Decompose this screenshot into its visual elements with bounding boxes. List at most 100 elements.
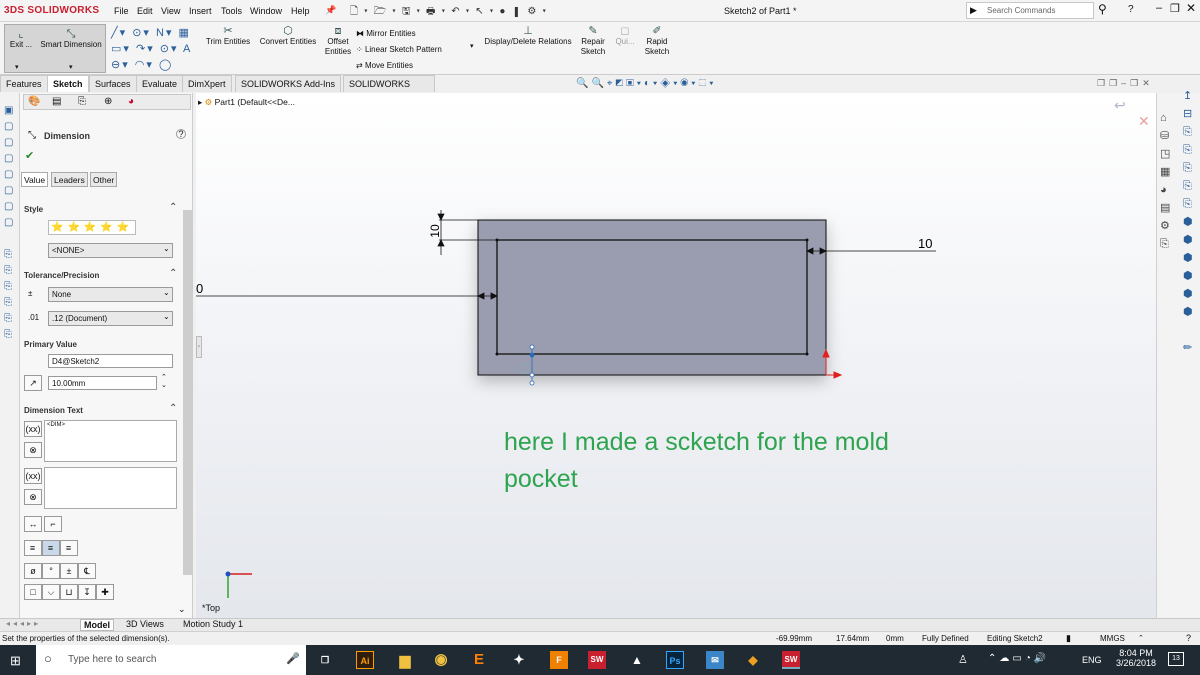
text-align-buttons[interactable]: ≡ ≡ ≡: [24, 540, 78, 556]
inspection-icon[interactable]: ⊗: [24, 442, 42, 458]
tab-features[interactable]: Features: [0, 75, 48, 92]
app-icon-6[interactable]: F: [550, 651, 568, 669]
windows-start-icon[interactable]: ⊞: [10, 653, 21, 669]
ok-check-icon[interactable]: ✔: [25, 149, 34, 162]
align-left-icon[interactable]: ≡: [24, 540, 42, 556]
tolerance-collapse-icon[interactable]: ⌃: [169, 268, 177, 279]
display-delete-relations-button[interactable]: ⊥ Display/Delete Relations: [480, 25, 576, 47]
counterbore-icon[interactable]: ⊔: [60, 584, 78, 600]
pattern-dropdown-arrow[interactable]: ▾: [470, 42, 474, 50]
search-icon[interactable]: ⚲: [1098, 2, 1107, 16]
tab-scroll-arrows[interactable]: ◂◂◂▸▸: [6, 619, 41, 628]
dimtext-below-box[interactable]: [44, 467, 177, 509]
tolerance-header[interactable]: Tolerance/Precision: [24, 271, 99, 280]
status-units[interactable]: MMGS: [1100, 634, 1125, 643]
left-dimension[interactable]: [196, 292, 498, 300]
depth-icon[interactable]: ↧: [78, 584, 96, 600]
notification-icon[interactable]: 13: [1168, 652, 1184, 666]
tab-mbd[interactable]: SOLIDWORKS MBD: [343, 75, 435, 105]
value-spinner[interactable]: ⌃ ⌄: [161, 374, 167, 390]
trim-entities-button[interactable]: ✂ Trim Entities: [203, 25, 253, 47]
linear-pattern-button[interactable]: ⁘ Linear Sketch Pattern: [356, 42, 442, 58]
task-view-icon[interactable]: ❐: [316, 651, 334, 669]
offset-entities-button[interactable]: ⧈ Offset Entities: [322, 25, 354, 57]
menu-insert[interactable]: Insert: [189, 6, 212, 16]
rebuild-icon[interactable]: ▮: [1066, 633, 1071, 644]
graphics-area[interactable]: ▸ ⚙ Part1 (Default<<De... ◦ 10 10 0 *Top…: [196, 93, 1156, 618]
photoshop-icon[interactable]: Ps: [666, 651, 684, 669]
pin-icon[interactable]: 📌: [325, 5, 336, 16]
confirm-corner-icon[interactable]: ↩: [1114, 97, 1126, 114]
language-indicator[interactable]: ENG: [1082, 655, 1102, 665]
square-icon[interactable]: □: [24, 584, 42, 600]
help-icon[interactable]: ?: [1128, 4, 1134, 15]
app-icon-10[interactable]: ✉: [706, 651, 724, 669]
primary-value-field[interactable]: 10.00mm: [48, 376, 157, 390]
app-icon-11[interactable]: ◆: [744, 651, 762, 669]
cancel-corner-icon[interactable]: ✕: [1138, 113, 1150, 130]
menu-view[interactable]: View: [161, 6, 180, 16]
leader-icon[interactable]: ⌐: [44, 516, 62, 532]
view-triad[interactable]: [225, 571, 253, 599]
style-buttons[interactable]: ⭐⭐⭐⭐⭐: [48, 220, 137, 235]
minimize-button[interactable]: –: [1156, 2, 1162, 14]
e-app-icon[interactable]: E: [470, 651, 488, 669]
property-manager-tab-icon[interactable]: ▤: [52, 96, 61, 107]
feature-manager-tab-icon[interactable]: 🎨: [28, 96, 40, 107]
convert-entities-button[interactable]: ⬡ Convert Entities: [256, 25, 320, 47]
quick-snaps-button[interactable]: ◻ Qui...: [612, 25, 638, 47]
centerline-icon[interactable]: ℄: [78, 563, 96, 579]
dimension-text-header[interactable]: Dimension Text: [24, 406, 83, 415]
countersink-icon[interactable]: ⌵: [42, 584, 60, 600]
primary-value-header[interactable]: Primary Value: [24, 340, 77, 349]
rapid-sketch-button[interactable]: ✐ Rapid Sketch: [642, 25, 672, 57]
style-collapse-icon[interactable]: ⌃: [169, 202, 177, 213]
repair-sketch-button[interactable]: ✎ Repair Sketch: [578, 25, 608, 57]
close-button[interactable]: ✕: [1186, 1, 1196, 15]
chrome-icon[interactable]: ◉: [432, 651, 450, 669]
menu-window[interactable]: Window: [250, 6, 282, 16]
smart-dimension-button[interactable]: ⤡ Smart Dimension: [37, 28, 105, 50]
tab-addins[interactable]: SOLIDWORKS Add-Ins: [235, 75, 342, 92]
sketch-entity-tools[interactable]: ╱▾ ⊙▾ N▾ ▦ ▭▾ ↷▾ ⊙▾ A ⊖▾ ◠▾ ◯: [111, 25, 201, 73]
subtab-value[interactable]: Value: [21, 172, 49, 187]
microphone-icon[interactable]: 🎤: [286, 652, 300, 665]
subtab-other[interactable]: Other: [90, 172, 118, 187]
move-entities-button[interactable]: ⇄ Move Entities: [356, 58, 442, 74]
task-pane-tabs[interactable]: ⌂ ⛁ ◳ ▦ ◕ ▤ ⚙ ⎘: [1160, 109, 1170, 253]
style-header[interactable]: Style: [24, 205, 43, 214]
more-symbols-icon[interactable]: ✚: [96, 584, 114, 600]
style-select[interactable]: <NONE>: [48, 243, 173, 258]
driven-toggle-icon[interactable]: ↗: [24, 375, 42, 391]
tab-surfaces[interactable]: Surfaces: [89, 75, 137, 92]
help-icon[interactable]: ?: [176, 129, 186, 139]
view-toolbar-icons[interactable]: ↥ ⊟ ⎘ ⎘ ⎘ ⎘ ⎘ ⬢ ⬢ ⬢ ⬢ ⬢ ⬢ ✏: [1183, 87, 1193, 357]
dimtext-main-box[interactable]: <DIM>: [44, 420, 177, 462]
app-icon-5[interactable]: ✦: [510, 651, 528, 669]
solidworks-active-taskbar-icon[interactable]: SW: [782, 651, 800, 669]
heads-up-view-toolbar[interactable]: 🔍🔍⌖◩▣▾◐▾◈▾◉▾⬚▾: [576, 78, 716, 89]
tolerance-select[interactable]: None: [48, 287, 173, 302]
tab-dimxpert[interactable]: DimXpert: [182, 75, 232, 92]
smart-dim-dropdown-arrow[interactable]: ▾: [69, 63, 73, 71]
menu-edit[interactable]: Edit: [137, 6, 153, 16]
dimtext-collapse-icon[interactable]: ⌃: [169, 403, 177, 414]
display-manager-tab-icon[interactable]: ◕: [128, 96, 134, 107]
sketch-canvas-svg[interactable]: 10 10 0: [196, 93, 1156, 618]
dim-right-text[interactable]: 10: [918, 236, 932, 251]
solidworks-logo[interactable]: 3DS SOLIDWORKS: [4, 5, 99, 16]
symbol-buttons-row2[interactable]: □ ⌵ ⊔ ↧ ✚: [24, 584, 114, 600]
degree-icon[interactable]: °: [42, 563, 60, 579]
solidworks-taskbar-icon[interactable]: SW: [588, 651, 606, 669]
tab-motion-study[interactable]: Motion Study 1: [180, 619, 246, 629]
file-explorer-icon[interactable]: ▆: [396, 651, 414, 669]
exit-sketch-button[interactable]: ⌞ Exit ...: [7, 28, 35, 50]
menu-help[interactable]: Help: [291, 6, 310, 16]
menu-file[interactable]: File: [114, 6, 129, 16]
panel-scroll-down-icon[interactable]: ⌄: [178, 604, 186, 615]
people-icon[interactable]: ♙: [958, 653, 968, 666]
search-input[interactable]: Search Commands: [987, 6, 1055, 15]
window-controls-icon[interactable]: ❐❐–❐✕: [1097, 78, 1154, 89]
restore-button[interactable]: ❐: [1170, 2, 1180, 15]
align-right-icon[interactable]: ≡: [60, 540, 78, 556]
